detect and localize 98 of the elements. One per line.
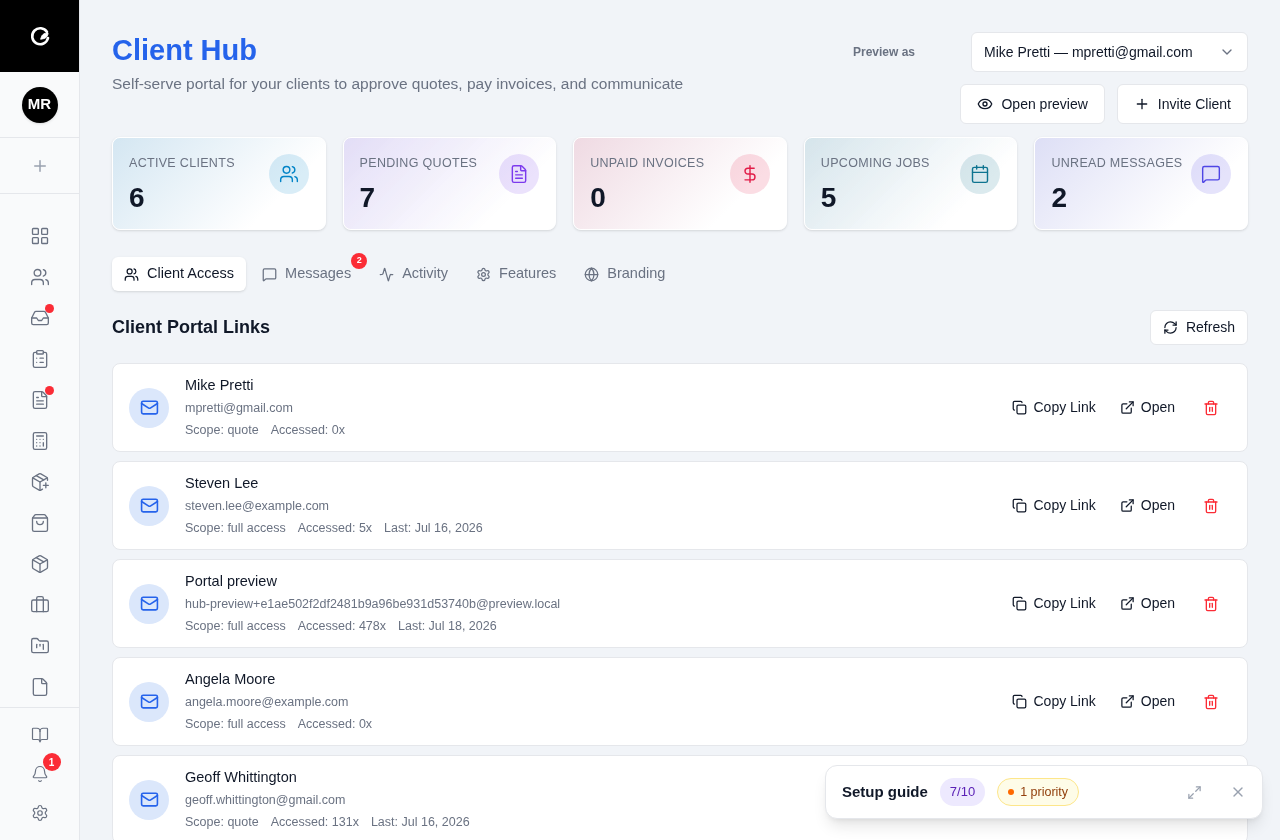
package-plus-icon[interactable] (29, 472, 50, 492)
client-name: Geoff Whittington (185, 767, 297, 787)
inbox-icon[interactable] (29, 308, 50, 328)
open-preview-button[interactable]: Open preview (960, 84, 1105, 124)
section-title: Client Portal Links (112, 316, 271, 339)
link-meta: Accessed: 0x (270, 422, 345, 440)
client-email: mpretti@gmail.com (185, 399, 293, 417)
mail-icon (139, 496, 159, 515)
settings-icon (476, 266, 492, 282)
tab[interactable]: Branding (572, 257, 678, 291)
client-email: hub-preview+e1ae502f2df2481b9a96be931d53740b@preview.local (185, 595, 561, 613)
setup-guide-title: Setup guide (842, 781, 928, 802)
mail-icon (139, 692, 159, 711)
user-avatar[interactable]: MR (21, 86, 58, 123)
link-meta: Scope: full access (185, 618, 286, 636)
stat-value: 2 (1051, 180, 1068, 215)
link-meta: Scope: full access (185, 520, 286, 538)
notification-badge: 1 (42, 753, 61, 771)
dashboard-icon[interactable] (29, 226, 50, 246)
copy-link-button[interactable]: Copy Link (1004, 587, 1104, 620)
users-icon (278, 164, 299, 184)
trash-icon (1203, 497, 1219, 514)
stat-label: UPCOMING JOBS (820, 155, 930, 172)
client-name: Steven Lee (185, 473, 259, 493)
link-meta: Last: Jul 18, 2026 (398, 618, 497, 636)
link-meta: Last: Jul 16, 2026 (384, 520, 483, 538)
calendar-icon (970, 164, 991, 184)
shopping-bag-icon[interactable] (29, 513, 50, 533)
copy-link-button[interactable]: Copy Link (1004, 391, 1104, 424)
activity-icon (379, 266, 395, 282)
mail-icon (139, 594, 159, 613)
client-email: geoff.whittington@gmail.com (185, 791, 346, 809)
link-meta: Accessed: 5x (297, 520, 373, 538)
users-icon (124, 266, 139, 282)
mail-icon (139, 790, 159, 809)
client-email: steven.lee@example.com (185, 497, 329, 515)
package-icon[interactable] (29, 554, 50, 574)
notifications-icon[interactable] (30, 765, 49, 783)
expand-icon[interactable] (1187, 784, 1202, 800)
link-meta: Accessed: 131x (270, 814, 359, 832)
external-link-icon (1119, 400, 1135, 415)
globe-icon (584, 266, 600, 282)
tab-badge: 2 (351, 253, 368, 269)
client-email: angela.moore@example.com (185, 693, 349, 711)
link-meta: Last: Jul 16, 2026 (370, 814, 470, 832)
tab[interactable]: Features (464, 257, 569, 291)
stat-label: UNREAD MESSAGES (1051, 155, 1183, 172)
copy-link-button[interactable]: Copy Link (1004, 685, 1104, 718)
stat-label: UNPAID INVOICES (590, 155, 705, 172)
trash-icon (1203, 399, 1219, 416)
link-meta: Scope: quote (185, 814, 259, 832)
external-link-icon (1119, 694, 1135, 709)
users-icon[interactable] (29, 267, 50, 287)
client-name: Angela Moore (185, 669, 276, 689)
copy-icon (1012, 400, 1028, 415)
open-button[interactable]: Open (1111, 685, 1183, 718)
link-meta: Accessed: 0x (297, 716, 373, 734)
refresh-button[interactable]: Refresh (1149, 310, 1248, 345)
briefcase-icon[interactable] (29, 595, 50, 615)
external-link-icon (1119, 498, 1135, 513)
settings-icon[interactable] (30, 804, 49, 822)
tab[interactable]: Activity (367, 257, 461, 291)
priority-pill: 1 priority (997, 777, 1080, 807)
copy-icon (1012, 498, 1028, 513)
tab[interactable]: Client Access (112, 257, 247, 291)
copy-link-button[interactable]: Copy Link (1004, 489, 1104, 522)
stat-value: 7 (359, 180, 377, 215)
client-name: Mike Pretti (185, 375, 254, 395)
preview-label: Preview as (852, 44, 915, 61)
stat-label: ACTIVE CLIENTS (129, 155, 235, 172)
book-icon[interactable] (30, 726, 49, 744)
copy-icon (1012, 694, 1028, 709)
link-meta: Accessed: 478x (297, 618, 386, 636)
folder-icon[interactable] (29, 636, 50, 656)
link-meta: Scope: quote (185, 422, 259, 440)
stat-value: 6 (129, 180, 146, 215)
refresh-icon (1162, 320, 1178, 335)
stat-label: PENDING QUOTES (359, 155, 478, 172)
eye-icon (977, 96, 994, 112)
external-link-icon (1119, 596, 1135, 611)
open-button[interactable]: Open (1111, 587, 1183, 620)
invite-client-button[interactable]: Invite Client (1116, 84, 1248, 124)
chat-icon (1201, 164, 1221, 184)
page-subtitle: Self-serve portal for your clients to approve quotes, pay invoices, and communicate (112, 74, 684, 94)
client-name: Portal preview (185, 571, 277, 591)
trash-icon (1203, 595, 1219, 612)
progress-pill: 7/10 (939, 778, 986, 806)
open-button[interactable]: Open (1111, 391, 1183, 424)
page-title: Client Hub (112, 33, 258, 68)
chat-icon (262, 266, 278, 282)
mail-icon (139, 398, 159, 417)
stat-value: 5 (820, 180, 838, 215)
client-select[interactable]: Mike Pretti — mpretti@gmail.com (971, 32, 1248, 72)
stat-value: 0 (590, 180, 607, 215)
trash-icon (1203, 693, 1219, 710)
open-button[interactable]: Open (1111, 489, 1183, 522)
copy-icon (1012, 596, 1028, 611)
link-meta: Scope: full access (185, 716, 286, 734)
